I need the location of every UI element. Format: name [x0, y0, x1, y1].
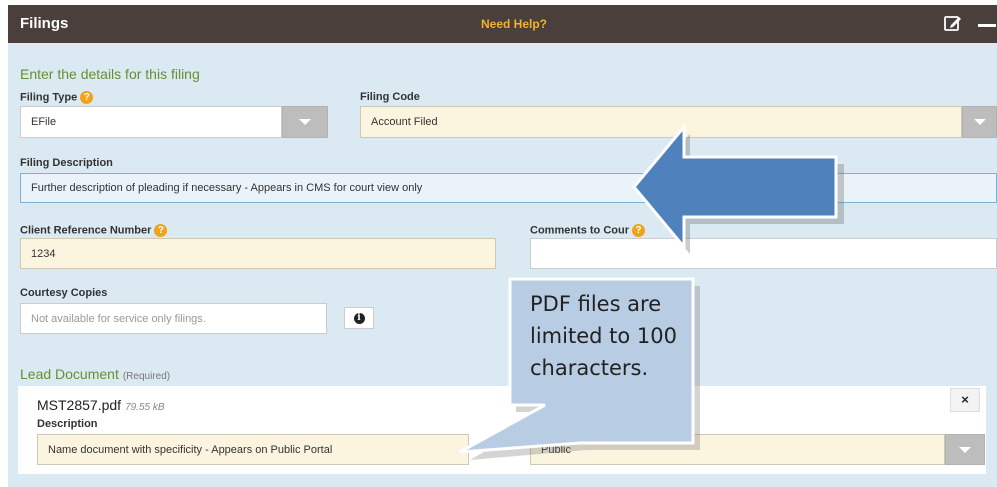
document-file: MST2857.pdf 79.55 kB: [37, 397, 165, 413]
filing-type-value: EFile: [31, 116, 57, 128]
info-icon: i: [353, 312, 365, 324]
document-description-input[interactable]: Name document with specificity - Appears…: [37, 434, 469, 465]
header-title: Filings: [20, 15, 69, 32]
client-reference-label-text: Client Reference Number: [20, 224, 152, 237]
courtesy-copies-info-button[interactable]: i: [344, 307, 374, 329]
filing-code-dropdown-button[interactable]: [962, 106, 997, 138]
filings-header: Filings Need Help?: [8, 5, 997, 43]
help-icon[interactable]: ?: [154, 224, 168, 237]
document-description-value: Name document with specificity - Appears…: [48, 443, 333, 456]
filing-type-select[interactable]: EFile: [20, 106, 282, 138]
filing-type-dropdown-button[interactable]: [282, 106, 328, 138]
filing-code-select[interactable]: Account Filed: [360, 106, 962, 138]
courtesy-copies-placeholder: Not available for service only filings.: [31, 312, 206, 325]
need-help-link[interactable]: Need Help?: [481, 17, 547, 31]
filing-code-value: Account Filed: [371, 116, 438, 128]
comments-to-court-label-text: Comments to Cour: [530, 224, 629, 237]
help-icon[interactable]: ?: [632, 224, 645, 237]
section-title: Enter the details for this filing: [20, 66, 200, 82]
courtesy-copies-label: Courtesy Copies: [20, 287, 108, 299]
callout-text: PDF files are limited to 100 characters.: [530, 292, 677, 380]
chevron-down-icon: [299, 119, 311, 125]
document-file-name[interactable]: MST2857.pdf: [37, 397, 121, 413]
filing-description-value: Further description of pleading if neces…: [31, 182, 423, 194]
client-reference-input[interactable]: 1234: [20, 238, 496, 269]
comments-to-court-label: Comments to Cour?: [530, 224, 645, 237]
lead-document-title: Lead Document: [20, 366, 119, 382]
client-reference-label: Client Reference Number?: [20, 224, 168, 237]
client-reference-value: 1234: [31, 247, 56, 260]
required-label: (Required): [122, 371, 171, 382]
chevron-down-icon: [973, 119, 986, 125]
filing-description-input[interactable]: Further description of pleading if neces…: [20, 173, 997, 203]
filing-code-label: Filing Code: [360, 91, 420, 103]
edit-icon[interactable]: [944, 14, 962, 32]
filing-type-label-text: Filing Type: [20, 91, 78, 104]
document-description-label: Description: [37, 418, 98, 430]
remove-document-button[interactable]: ×: [950, 388, 980, 412]
document-security-dropdown-button[interactable]: [945, 434, 985, 465]
filing-description-label: Filing Description: [20, 157, 113, 169]
comments-to-court-input[interactable]: [530, 238, 997, 269]
document-file-size: 79.55 kB: [125, 402, 165, 413]
lead-document-heading: Lead Document (Required): [20, 366, 170, 382]
help-icon[interactable]: ?: [80, 91, 94, 104]
chevron-down-icon: [959, 446, 971, 453]
courtesy-copies-input[interactable]: Not available for service only filings.: [20, 303, 327, 334]
filing-type-label: Filing Type?: [20, 91, 94, 104]
minimize-icon[interactable]: [978, 24, 996, 27]
